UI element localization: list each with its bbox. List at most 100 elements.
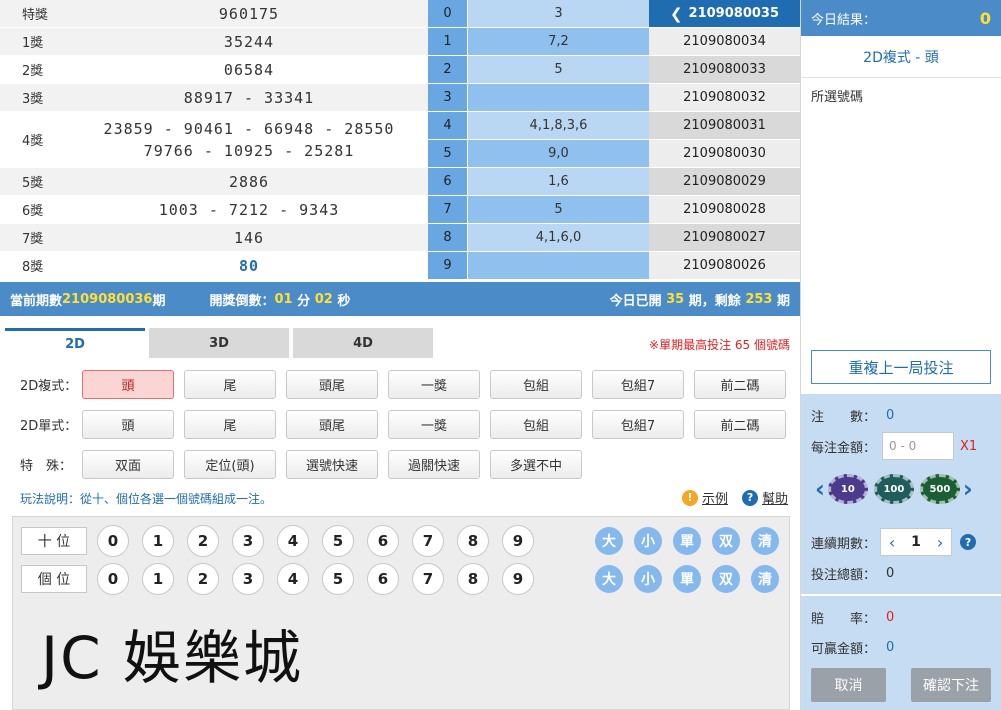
option-button[interactable]: 包組7	[592, 409, 684, 439]
chip-100[interactable]: 100	[873, 474, 914, 504]
option-button[interactable]: 前二碼	[694, 409, 786, 439]
amount-input[interactable]: 0 - 0	[882, 432, 955, 460]
quick-big-button[interactable]: 大	[595, 527, 623, 555]
tab-2d[interactable]: 2D	[5, 328, 145, 358]
period-item[interactable]: 2109080031	[649, 112, 800, 140]
max-bet-note: ※單期最高投注 65 個號碼	[649, 338, 790, 352]
chevron-left-icon[interactable]: ‹	[815, 475, 825, 503]
repeat-last-bet-button[interactable]: 重複上一局投注	[811, 350, 991, 384]
number-ball[interactable]: 3	[232, 525, 264, 557]
chip-10[interactable]: 10	[827, 474, 868, 504]
chevron-left-icon[interactable]: ❮	[670, 5, 683, 23]
period-item[interactable]: 2109080029	[649, 168, 800, 196]
number-ball[interactable]: 0	[97, 563, 129, 595]
number-ball[interactable]: 7	[412, 563, 444, 595]
number-ball[interactable]: 8	[457, 525, 489, 557]
quick-big-button[interactable]: 大	[595, 565, 623, 593]
number-ball[interactable]: 5	[322, 563, 354, 595]
chevron-right-icon[interactable]: ›	[929, 533, 951, 552]
number-ball[interactable]: 4	[277, 563, 309, 595]
digit-index: 5	[428, 140, 468, 167]
quick-clear-button[interactable]: 清	[751, 527, 779, 555]
today-results-count: 0	[979, 8, 991, 28]
periods-line: 連續期數： ‹ 1 › ?	[811, 528, 977, 556]
prize-row: 8獎 80	[0, 252, 428, 280]
example-link[interactable]: 示例	[702, 488, 728, 507]
quick-clear-button[interactable]: 清	[751, 565, 779, 593]
option-button[interactable]: 頭尾	[286, 369, 378, 399]
digit-index: 6	[428, 168, 468, 195]
number-ball[interactable]: 6	[367, 563, 399, 595]
period-item[interactable]: 2109080026	[649, 252, 800, 280]
option-button[interactable]: 多選不中	[490, 449, 582, 479]
number-ball[interactable]: 2	[187, 525, 219, 557]
option-button[interactable]: 双面	[82, 449, 174, 479]
number-ball[interactable]: 1	[142, 525, 174, 557]
option-button[interactable]: 包組	[490, 369, 582, 399]
number-ball[interactable]: 0	[97, 525, 129, 557]
number-ball[interactable]: 1	[142, 563, 174, 595]
help-links: ! 示例 ? 幫助	[682, 488, 788, 507]
number-ball[interactable]: 7	[412, 525, 444, 557]
period-item-current[interactable]: ❮ 2109080035	[649, 0, 800, 28]
chevron-left-icon[interactable]: ‹	[881, 533, 903, 552]
number-ball[interactable]: 6	[367, 525, 399, 557]
prize-number: 88917 - 33341	[183, 88, 315, 107]
prize-number: 960175	[218, 4, 280, 23]
option-button[interactable]: 尾	[184, 409, 276, 439]
total-value: 0	[886, 566, 895, 581]
number-ball[interactable]: 4	[277, 525, 309, 557]
periods-value[interactable]: 1	[903, 534, 929, 550]
position-label[interactable]: 十 位	[21, 527, 87, 555]
digit-row: 03	[428, 0, 649, 28]
quick-odd-button[interactable]: 單	[673, 565, 701, 593]
prize-value: 23859 - 90461 - 66948 - 28550 79766 - 10…	[70, 112, 428, 167]
option-button[interactable]: 頭尾	[286, 409, 378, 439]
quick-small-button[interactable]: 小	[634, 527, 662, 555]
brand-watermark: JC 娛樂城	[41, 624, 304, 692]
option-button[interactable]: 一獎	[388, 369, 480, 399]
current-period-label: 當前期數	[10, 293, 63, 309]
tab-4d[interactable]: 4D	[293, 328, 433, 358]
chevron-right-icon[interactable]: ›	[963, 475, 973, 503]
option-button[interactable]: 尾	[184, 369, 276, 399]
number-ball[interactable]: 5	[322, 525, 354, 557]
quick-small-button[interactable]: 小	[634, 565, 662, 593]
chip-500[interactable]: 500	[919, 474, 960, 504]
remain-count: 253	[745, 291, 773, 307]
option-button[interactable]: 包組	[490, 409, 582, 439]
period-item[interactable]: 2109080034	[649, 28, 800, 56]
number-ball[interactable]: 8	[457, 563, 489, 595]
option-button[interactable]: 包組7	[592, 369, 684, 399]
number-ball[interactable]: 9	[502, 525, 534, 557]
prize-value: 06584	[70, 56, 428, 83]
digit-value: 9,0	[468, 140, 649, 167]
cancel-button[interactable]: 取消	[811, 668, 886, 702]
quick-even-button[interactable]: 双	[712, 565, 740, 593]
odds-label: 賠 率：	[811, 612, 877, 627]
tab-3d[interactable]: 3D	[149, 328, 289, 358]
question-icon[interactable]: ?	[960, 534, 977, 550]
help-link[interactable]: 幫助	[762, 488, 788, 507]
period-item[interactable]: 2109080032	[649, 84, 800, 112]
confirm-bet-button[interactable]: 確認下注	[911, 668, 991, 702]
quick-even-button[interactable]: 双	[712, 527, 740, 555]
option-button[interactable]: 過關快速	[388, 449, 480, 479]
option-button[interactable]: 一獎	[388, 409, 480, 439]
period-item[interactable]: 2109080027	[649, 224, 800, 252]
number-ball[interactable]: 3	[232, 563, 264, 595]
period-item[interactable]: 2109080028	[649, 196, 800, 224]
digit-row: 4 4,1,8,3,6	[428, 112, 649, 140]
option-button[interactable]: 前二碼	[694, 369, 786, 399]
option-button[interactable]: 頭	[82, 409, 174, 439]
position-label[interactable]: 個 位	[21, 565, 87, 593]
period-item[interactable]: 2109080030	[649, 140, 800, 168]
option-button[interactable]: 頭	[82, 369, 174, 399]
number-ball[interactable]: 9	[502, 563, 534, 595]
quick-odd-button[interactable]: 單	[673, 527, 701, 555]
digit-row: 8 4,1,6,0	[428, 224, 649, 252]
number-ball[interactable]: 2	[187, 563, 219, 595]
option-button[interactable]: 選號快速	[286, 449, 378, 479]
option-button[interactable]: 定位(頭)	[184, 449, 276, 479]
period-item[interactable]: 2109080033	[649, 56, 800, 84]
